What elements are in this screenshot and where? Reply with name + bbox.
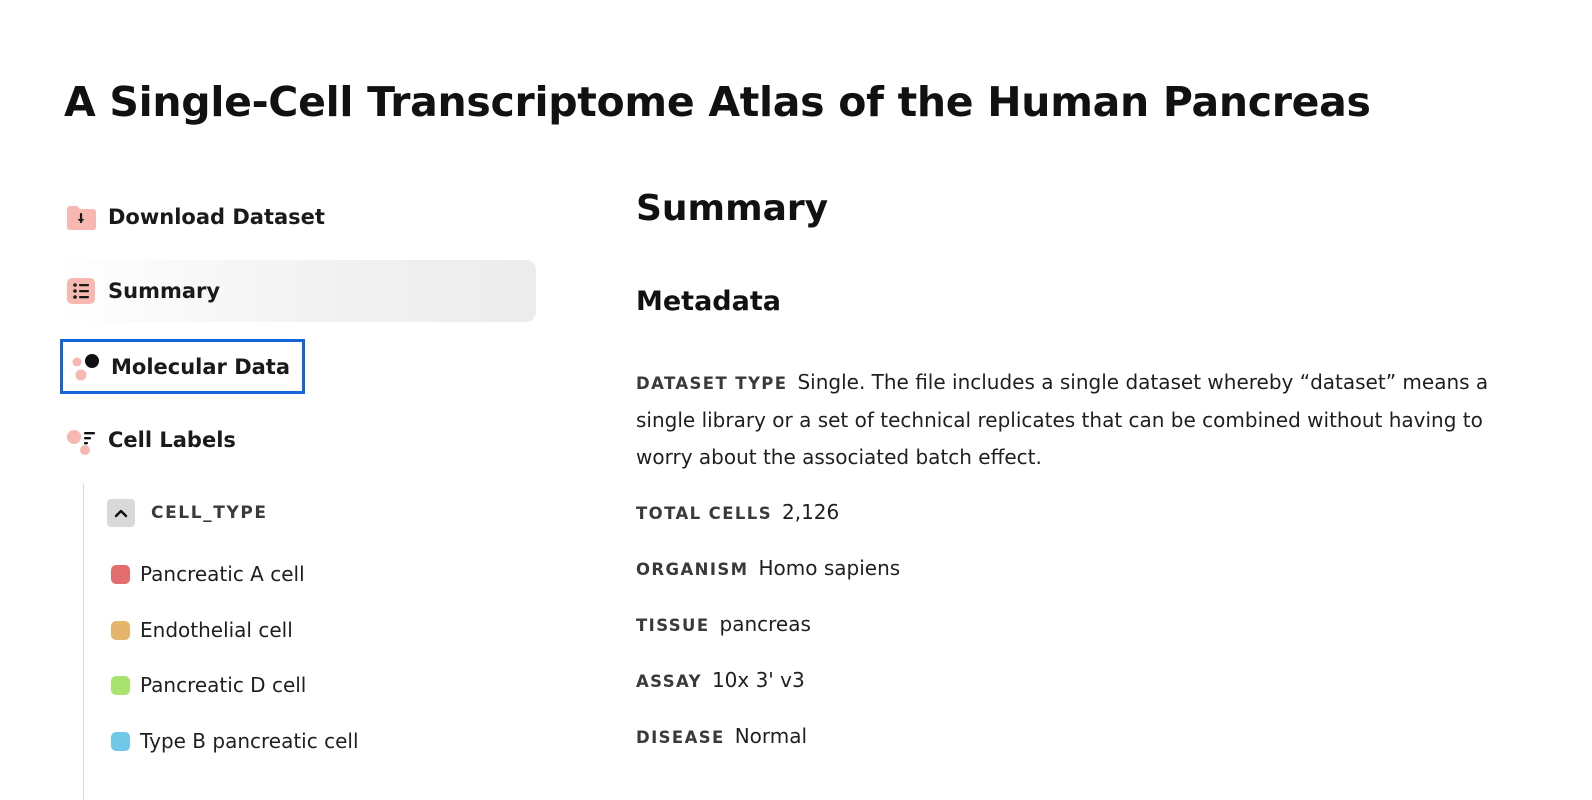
legend-label: Type B pancreatic cell <box>140 729 359 753</box>
metadata-value: Normal <box>734 724 808 748</box>
metadata-key: ORGANISM <box>636 560 749 579</box>
metadata-key: TOTAL CELLS <box>636 504 772 523</box>
metadata-key: TISSUE <box>636 616 710 635</box>
legend-swatch <box>111 731 130 751</box>
tree-divider <box>83 484 84 800</box>
sidebar-item-label: Molecular Data <box>111 354 291 379</box>
metadata-value: 2,126 <box>781 500 840 524</box>
list-icon <box>64 274 98 308</box>
metadata-value: Homo sapiens <box>758 556 901 580</box>
metadata-key: DATASET TYPE <box>636 374 788 393</box>
legend-item[interactable]: Pancreatic A cell <box>111 562 305 586</box>
sidebar-item-download-dataset[interactable]: Download Dataset <box>64 197 325 237</box>
legend-item[interactable]: Pancreatic D cell <box>111 673 306 697</box>
metadata-key: DISEASE <box>636 728 725 747</box>
metadata-row-total-cells: TOTAL CELLS 2,126 <box>636 494 1516 532</box>
sidebar-item-summary[interactable]: Summary <box>56 260 536 322</box>
download-folder-icon <box>64 200 98 234</box>
legend-label: Endothelial cell <box>140 618 293 642</box>
metadata-value: 10x 3' v3 <box>711 668 805 692</box>
legend-swatch <box>111 620 130 640</box>
chevron-up-icon[interactable] <box>107 499 135 527</box>
molecular-dots-icon <box>67 350 101 384</box>
cell-labels-icon <box>64 423 98 457</box>
legend-label: Pancreatic D cell <box>140 673 307 697</box>
legend-item[interactable]: Endothelial cell <box>111 618 293 642</box>
metadata-value: pancreas <box>719 612 811 636</box>
sidebar-item-label: Download Dataset <box>108 205 325 229</box>
sidebar-item-label: Cell Labels <box>108 428 236 452</box>
metadata-key: ASSAY <box>636 672 702 691</box>
legend-swatch <box>111 675 130 695</box>
metadata-row-organism: ORGANISM Homo sapiens <box>636 550 1516 588</box>
summary-heading: Summary <box>636 188 829 229</box>
metadata-row-tissue: TISSUE pancreas <box>636 606 1516 644</box>
metadata-row-dataset-type: DATASET TYPE Single. The file includes a … <box>636 364 1516 476</box>
cell-type-label: CELL_TYPE <box>151 503 268 523</box>
page-title: A Single-Cell Transcriptome Atlas of the… <box>64 78 1371 126</box>
metadata-heading: Metadata <box>636 286 781 317</box>
legend-swatch <box>111 564 130 584</box>
metadata-row-assay: ASSAY 10x 3' v3 <box>636 662 1516 700</box>
cell-type-toggle[interactable]: CELL_TYPE <box>107 499 268 527</box>
sidebar-item-cell-labels[interactable]: Cell Labels <box>64 420 236 460</box>
legend-label: Pancreatic A cell <box>140 562 305 586</box>
sidebar-item-molecular-data[interactable]: Molecular Data <box>60 339 306 394</box>
legend-item[interactable]: Type B pancreatic cell <box>111 729 359 753</box>
sidebar-item-label: Summary <box>108 279 221 303</box>
metadata-row-disease: DISEASE Normal <box>636 718 1516 756</box>
